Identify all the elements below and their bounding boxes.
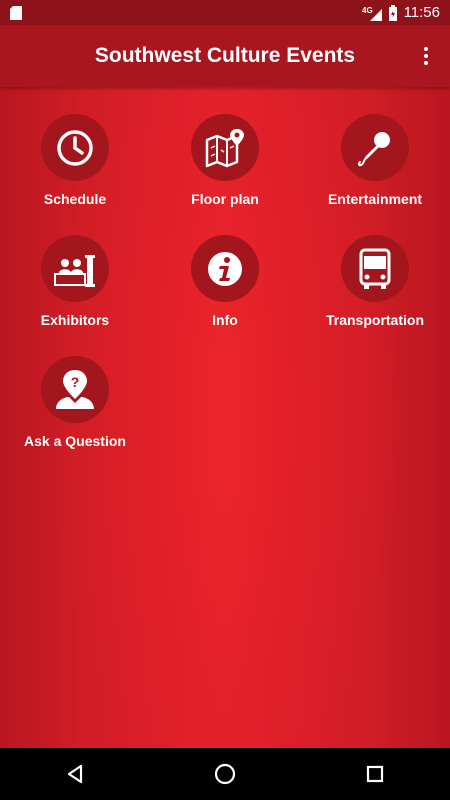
network-label: 4G xyxy=(362,6,373,15)
info-icon xyxy=(208,251,242,286)
question-person-icon: ? xyxy=(56,369,94,409)
map-pin-icon xyxy=(205,128,244,167)
overflow-menu-icon[interactable] xyxy=(414,43,438,69)
home-circle-icon xyxy=(214,763,236,785)
signal-icon: 4G xyxy=(362,6,382,21)
back-triangle-icon xyxy=(67,764,83,784)
tile-label: Ask a Question xyxy=(24,433,126,449)
battery-icon xyxy=(388,4,397,21)
clock-icon xyxy=(57,129,93,166)
menu-tile-entertainment[interactable]: Entertainment xyxy=(300,87,450,207)
ask-question-icon-circle: ? xyxy=(41,356,109,423)
tile-label: Info xyxy=(212,312,238,328)
svg-text:?: ? xyxy=(71,374,80,390)
home-button[interactable] xyxy=(195,748,255,800)
exhibitor-booth-icon xyxy=(54,254,95,287)
exhibitors-icon-circle xyxy=(41,235,109,302)
status-bar: 4G 11:56 xyxy=(0,0,450,25)
menu-tile-transportation[interactable]: Transportation xyxy=(300,208,450,328)
microphone-icon xyxy=(357,131,390,166)
tile-label: Entertainment xyxy=(327,191,423,207)
entertainment-icon-circle xyxy=(341,114,409,181)
floor-plan-icon-circle xyxy=(191,114,259,181)
app-bar: Southwest Culture Events xyxy=(0,25,450,87)
transportation-icon-circle xyxy=(341,235,409,302)
status-right: 4G 11:56 xyxy=(362,4,440,21)
tile-label: Schedule xyxy=(43,191,107,207)
menu-tile-info[interactable]: Info xyxy=(150,208,300,328)
tile-label: Transportation xyxy=(325,312,424,328)
menu-tile-exhibitors[interactable]: Exhibitors xyxy=(0,208,150,328)
menu-tile-schedule[interactable]: Schedule xyxy=(0,87,150,207)
sd-card-icon xyxy=(10,5,22,20)
menu-tile-floor-plan[interactable]: Floor plan xyxy=(150,87,300,207)
schedule-icon-circle xyxy=(41,114,109,181)
bus-icon xyxy=(359,248,391,289)
app-title: Southwest Culture Events xyxy=(94,44,356,67)
dashboard-grid: Schedule Floor plan Entertainment Exhibi… xyxy=(0,87,450,748)
tile-label: Exhibitors xyxy=(40,312,110,328)
recents-button[interactable] xyxy=(345,748,405,800)
tile-label: Floor plan xyxy=(191,191,259,207)
nav-bar xyxy=(0,748,450,800)
menu-tile-ask-question[interactable]: ? Ask a Question xyxy=(0,329,150,449)
recents-square-icon xyxy=(366,765,384,783)
info-icon-circle xyxy=(191,235,259,302)
clock-time: 11:56 xyxy=(403,4,440,21)
back-button[interactable] xyxy=(45,748,105,800)
